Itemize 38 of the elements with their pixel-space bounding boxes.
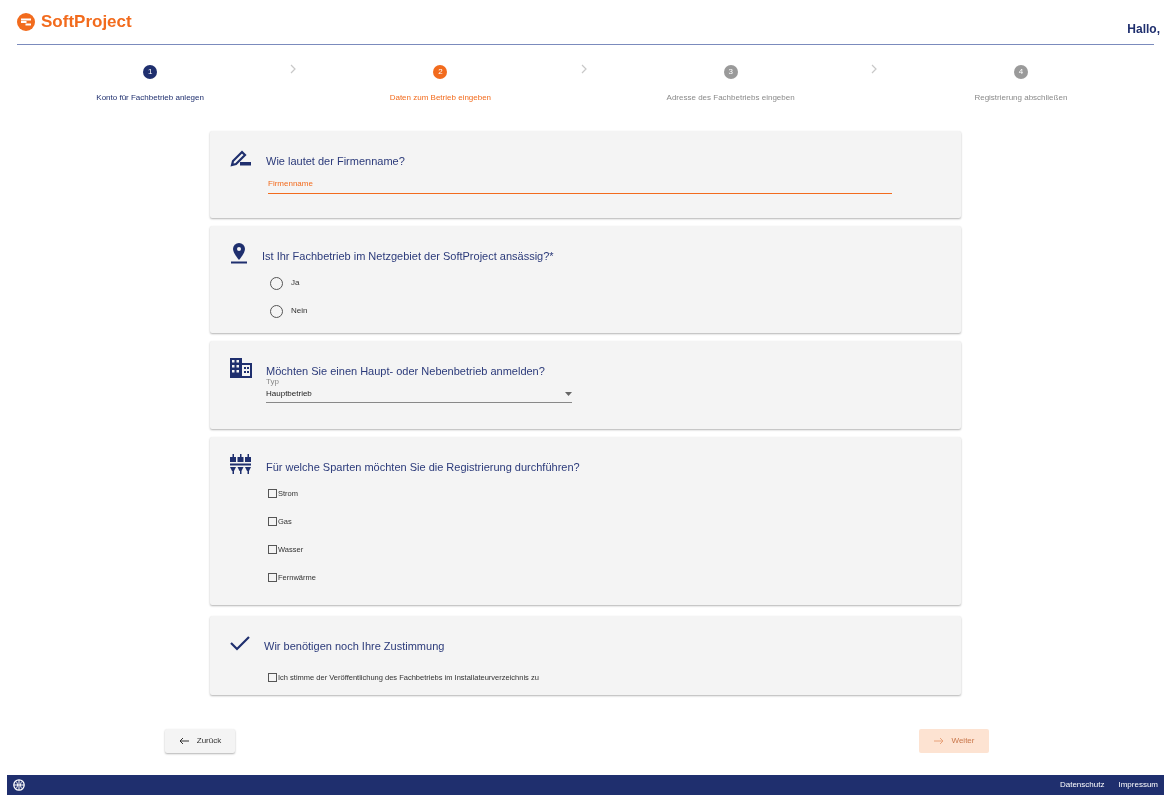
checkbox[interactable] xyxy=(268,573,277,583)
checkbox[interactable] xyxy=(268,545,277,555)
footer-link[interactable]: Impressum xyxy=(1118,779,1158,791)
checkbox[interactable] xyxy=(268,672,277,682)
checkbox[interactable] xyxy=(268,516,277,526)
step-label[interactable]: Registrierung abschließen xyxy=(974,92,1068,104)
question-text: Für welche Sparten möchten Sie die Registrierung durchführen? xyxy=(266,460,580,475)
step-label[interactable]: Konto für Fachbetrieb anlegen xyxy=(96,92,204,104)
field-label: Typ xyxy=(266,376,280,386)
building-icon xyxy=(230,358,252,379)
arrow-left-icon xyxy=(178,737,189,745)
step-number[interactable]: 2 xyxy=(433,65,448,79)
greeting: Hallo, xyxy=(1127,21,1160,38)
checkbox[interactable] xyxy=(268,488,277,498)
globe-icon[interactable] xyxy=(13,779,25,791)
back-button[interactable]: Zurück xyxy=(165,729,235,753)
question-text: Ist Ihr Fachbetrieb im Netzgebiet der SoftProject ansässig?* xyxy=(262,249,554,264)
location-pin-icon xyxy=(230,242,248,265)
question-text: Wie lautet der Firmenname? xyxy=(266,154,405,169)
footer-link[interactable]: Datenschutz xyxy=(1059,779,1105,791)
pencil-icon xyxy=(230,149,252,168)
option-label: Ja xyxy=(291,277,300,289)
question-text: Wir benötigen noch Ihre Zustimmung xyxy=(264,639,445,654)
arrow-right-icon xyxy=(933,737,944,745)
logo-icon xyxy=(17,12,35,31)
plug-icon xyxy=(230,454,252,475)
step-number[interactable]: 4 xyxy=(1013,65,1028,79)
logo-text: SoftProject xyxy=(41,11,132,33)
checkmark-icon xyxy=(230,635,250,652)
select-field[interactable]: Hauptbetrieb xyxy=(266,387,572,403)
caret-icon xyxy=(565,391,572,396)
step-label[interactable]: Daten zum Betrieb eingeben xyxy=(389,92,492,104)
option-label: Nein xyxy=(291,305,308,317)
step-number[interactable]: 3 xyxy=(723,65,738,79)
question-text: Möchten Sie einen Haupt- oder Nebenbetrieb anmelden? xyxy=(266,364,545,379)
input-field[interactable]: Firmenname xyxy=(268,177,892,194)
step-number[interactable]: 1 xyxy=(143,65,158,79)
step-label[interactable]: Adresse des Fachbetriebs eingeben xyxy=(666,92,795,104)
